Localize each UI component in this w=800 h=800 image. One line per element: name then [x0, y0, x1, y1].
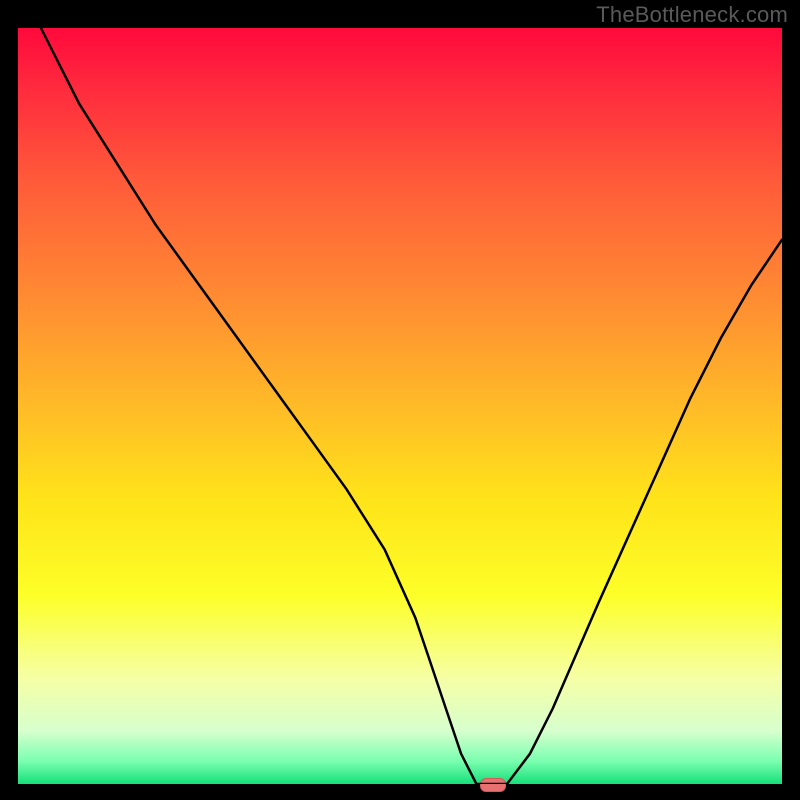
gradient-background [18, 28, 782, 784]
plot-area [18, 28, 782, 784]
watermark-text: TheBottleneck.com [596, 2, 788, 28]
chart-frame: TheBottleneck.com [0, 0, 800, 800]
optimal-point-marker [480, 778, 506, 792]
